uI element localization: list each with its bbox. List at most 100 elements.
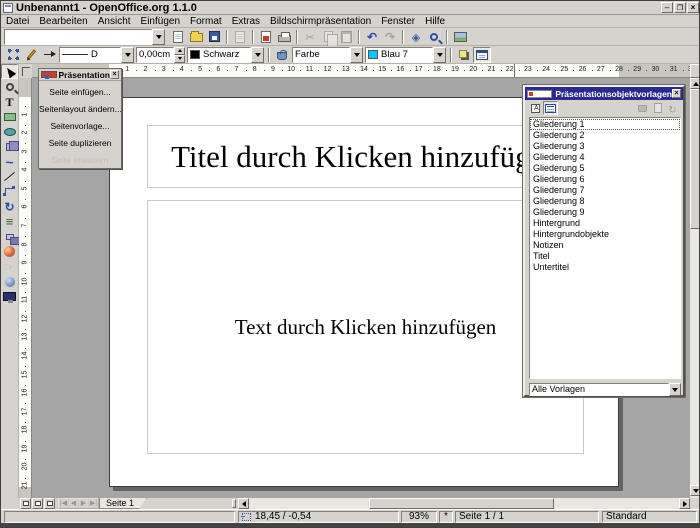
close-button[interactable] <box>687 2 699 13</box>
navigator-icon[interactable] <box>407 29 425 45</box>
status-page-style-cell[interactable]: Standard <box>602 511 697 523</box>
arrow-style-icon[interactable] <box>40 47 58 63</box>
area-style-select[interactable]: Farbe <box>292 47 363 63</box>
area-style-dropdown-button[interactable] <box>350 47 363 63</box>
style-item[interactable]: Hintergrund <box>530 218 680 229</box>
connector-tool[interactable] <box>1 184 18 199</box>
menu-fenster[interactable]: Fenster <box>376 16 420 27</box>
select-tool[interactable] <box>1 64 18 79</box>
graphic-styles-icon[interactable] <box>528 101 543 115</box>
duplicate-slide-button[interactable]: Seite duplizieren <box>39 135 121 152</box>
lines-arrows-tool[interactable] <box>1 169 18 184</box>
arrange-tool[interactable] <box>1 229 18 244</box>
status-position-cell[interactable]: 18,45 / -0,54 <box>238 511 399 523</box>
area-dialog-icon[interactable] <box>273 47 291 63</box>
tab-scrollbar-splitter[interactable] <box>232 499 236 508</box>
styles-window-titlebar[interactable]: Präsentationsobjektvorlagen <box>525 87 683 100</box>
3d-objects-tool[interactable] <box>1 139 18 154</box>
shadow-icon[interactable] <box>455 47 473 63</box>
open-icon[interactable] <box>187 29 205 45</box>
menu-ansicht[interactable]: Ansicht <box>93 16 136 27</box>
horizontal-scrollbar[interactable] <box>238 498 690 509</box>
layer-mode-button[interactable] <box>44 498 55 509</box>
line-width-down-button[interactable] <box>174 55 185 63</box>
curve-tool[interactable] <box>1 154 18 169</box>
url-combo[interactable] <box>4 29 165 45</box>
horizontal-scrollbar-thumb[interactable] <box>369 498 554 509</box>
line-dialog-icon[interactable] <box>22 47 40 63</box>
export-pdf-icon[interactable] <box>257 29 275 45</box>
style-item[interactable]: Hintergrundobjekte <box>530 229 680 240</box>
area-color-dropdown-button[interactable] <box>433 47 446 63</box>
ruler-end-button[interactable] <box>690 64 700 78</box>
style-item[interactable]: Gliederung 3 <box>530 141 680 152</box>
text-tool[interactable] <box>1 94 18 109</box>
3d-controller-tool[interactable] <box>1 274 18 289</box>
line-color-dropdown-button[interactable] <box>251 47 264 63</box>
gallery-icon[interactable] <box>451 29 469 45</box>
master-mode-button[interactable] <box>32 498 43 509</box>
close-icon[interactable] <box>110 70 119 79</box>
style-list[interactable]: Gliederung 1Gliederung 2Gliederung 3Glie… <box>529 117 681 379</box>
menu-extras[interactable]: Extras <box>227 16 265 27</box>
line-color-select[interactable]: Schwarz <box>187 47 264 63</box>
new-document-icon[interactable] <box>169 29 187 45</box>
line-width-stepper[interactable]: 0,00cm <box>136 47 185 63</box>
rotate-tool[interactable] <box>1 199 18 214</box>
style-item[interactable]: Gliederung 1 <box>530 119 680 130</box>
body-text-placeholder[interactable]: Text durch Klicken hinzufügen <box>147 200 584 454</box>
line-style-select[interactable]: D <box>59 47 134 63</box>
line-width-up-button[interactable] <box>174 47 185 55</box>
style-item[interactable]: Gliederung 5 <box>530 163 680 174</box>
presentation-palette-titlebar[interactable]: Präsentation <box>39 69 121 81</box>
menu-format[interactable]: Format <box>185 16 227 27</box>
modify-slide-layout-button[interactable]: Seitenlayout ändern... <box>39 101 121 118</box>
menu-bildschirmpraesentation[interactable]: Bildschirmpräsentation <box>265 16 376 27</box>
style-filter-dropdown-button[interactable] <box>669 383 681 396</box>
menu-bearbeiten[interactable]: Bearbeiten <box>34 16 92 27</box>
slide-style-button[interactable]: Seitenvorlage... <box>39 118 121 135</box>
save-icon[interactable] <box>205 29 223 45</box>
status-zoom-cell[interactable]: 93% <box>401 511 437 523</box>
zoom-icon[interactable] <box>425 29 443 45</box>
scroll-right-button[interactable] <box>679 498 690 509</box>
style-item[interactable]: Gliederung 7 <box>530 185 680 196</box>
insert-slide-button[interactable]: Seite einfügen... <box>39 84 121 101</box>
ruler-margin-marker[interactable] <box>514 64 515 78</box>
status-page-cell[interactable]: Seite 1 / 1 <box>455 511 599 523</box>
vertical-ruler[interactable]: 123456789101112131415161718192021 <box>19 78 32 498</box>
vertical-scrollbar-thumb[interactable] <box>690 89 700 229</box>
style-item[interactable]: Gliederung 6 <box>530 174 680 185</box>
title-placeholder[interactable]: Titel durch Klicken hinzufügen <box>147 125 584 188</box>
edit-points-icon[interactable] <box>4 47 22 63</box>
style-item[interactable]: Untertitel <box>530 262 680 273</box>
presentation-styles-toggle-icon[interactable] <box>473 47 491 63</box>
style-filter-select[interactable]: Alle Vorlagen <box>529 383 681 396</box>
align-tool[interactable] <box>1 214 18 229</box>
style-item[interactable]: Gliederung 8 <box>530 196 680 207</box>
zoom-tool[interactable] <box>1 79 18 94</box>
presentation-styles-icon[interactable] <box>543 101 558 115</box>
style-item[interactable]: Titel <box>530 251 680 262</box>
menu-datei[interactable]: Datei <box>1 16 34 27</box>
url-dropdown-button[interactable] <box>152 29 165 45</box>
print-icon[interactable] <box>275 29 293 45</box>
ellipse-tool[interactable] <box>1 124 18 139</box>
url-input[interactable] <box>4 29 152 45</box>
menu-hilfe[interactable]: Hilfe <box>420 16 450 27</box>
style-item[interactable]: Notizen <box>530 240 680 251</box>
slideshow-tool[interactable] <box>1 289 18 304</box>
style-item[interactable]: Gliederung 4 <box>530 152 680 163</box>
page-mode-button[interactable] <box>20 498 31 509</box>
minimize-button[interactable] <box>661 2 673 13</box>
rectangle-tool[interactable] <box>1 109 18 124</box>
style-item[interactable]: Gliederung 2 <box>530 130 680 141</box>
scroll-down-button[interactable] <box>690 485 700 496</box>
style-item[interactable]: Gliederung 9 <box>530 207 680 218</box>
menu-einfuegen[interactable]: Einfügen <box>136 16 185 27</box>
slide-tab[interactable]: Seite 1 <box>99 498 147 509</box>
line-width-value[interactable]: 0,00cm <box>136 47 174 63</box>
undo-icon[interactable] <box>363 29 381 45</box>
close-icon[interactable] <box>672 89 681 98</box>
restore-button[interactable] <box>674 2 686 13</box>
